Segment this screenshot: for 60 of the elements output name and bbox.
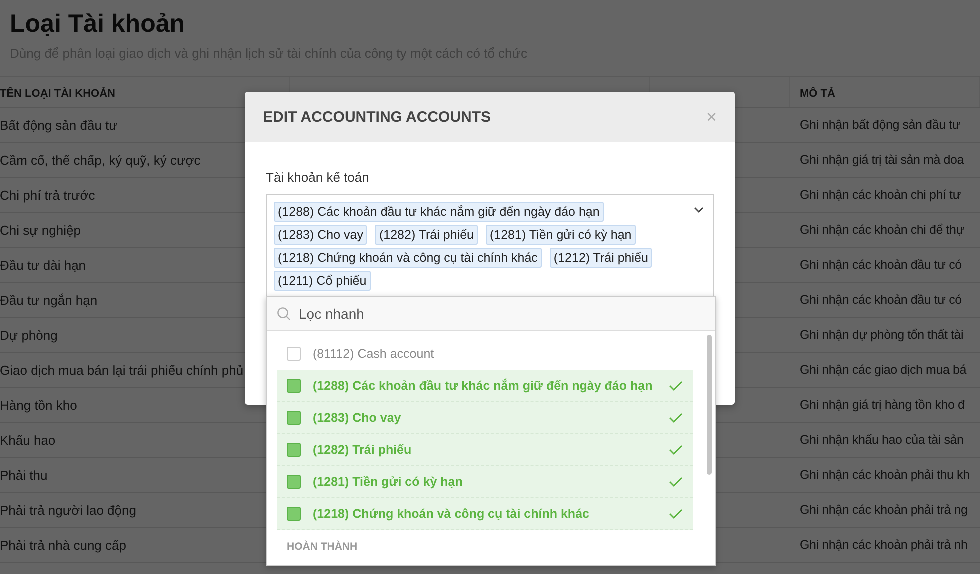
selected-tag: (1288) Các khoản đầu tư khác nắm giữ đến ngày đáo hạn (274, 202, 604, 222)
selected-tag: (1282) Trái phiếu (375, 225, 478, 245)
option-item[interactable]: (1288) Các khoản đầu tư khác nắm giữ đến ngày đáo hạn (277, 370, 693, 402)
selected-tag: (1218) Chứng khoán và công cụ tài chính khác (274, 248, 542, 268)
table-cell-text: Dự phòng (0, 328, 59, 342)
table-cell-text: Ghi nhận các khoản phải trả nh (799, 538, 969, 552)
option-item[interactable]: (1281) Tiền gửi có kỳ hạn (277, 466, 693, 498)
checkbox[interactable] (287, 474, 301, 488)
search-icon (277, 306, 291, 320)
table-cell-text: Ghi nhận các khoản phải trả ng (799, 503, 969, 517)
table-cell-text: Ghi nhận bất động sản đầu tư (799, 118, 962, 132)
option-item[interactable]: (81112) Cash account (277, 338, 693, 370)
field-label: Tài khoản kế toán (266, 170, 370, 185)
table-cell-text: Ghi nhận các khoản phải thu kh (799, 468, 971, 482)
table-cell-text: Ghi nhận giá trị tài sản mà doa (799, 153, 966, 167)
table-cell-text: Ghi nhận các khoản chi phí tư (799, 188, 962, 202)
table-cell-text: Hàng tồn kho (0, 398, 78, 412)
table-cell-text: Giao dịch mua bán lại trái phiếu chính phủ (0, 362, 245, 378)
check-icon (669, 380, 683, 390)
filter-field[interactable]: Lọc nhanh (267, 297, 715, 331)
selected-tag: (1211) Cổ phiếu (274, 271, 371, 291)
selected-tag: (1281) Tiền gửi có kỳ hạn (486, 225, 636, 245)
table-cell-text: Phải trả nhà cung cấp (0, 538, 128, 552)
table-cell-text: Ghi nhận khấu hao của tài sản (799, 433, 965, 447)
checkbox[interactable] (287, 506, 301, 520)
table-cell-text: Ghi nhận giá trị hàng tồn kho đ (799, 398, 966, 412)
table-cell-text: Phải trả người lao động (0, 502, 138, 518)
table-cell-text: Bất động sản đầu tư (0, 118, 119, 132)
table-cell-text: Cầm cố, thế chấp, ký quỹ, ký cược (0, 152, 202, 168)
check-icon (669, 508, 683, 518)
table-cell-text: Ghi nhận các khoản đầu tư có (799, 258, 963, 272)
check-icon (669, 412, 683, 422)
selected-tag: (1283) Cho vay (274, 225, 368, 245)
table-cell-text: Ghi nhận các giao dịch mua bá (799, 363, 968, 377)
table-cell-text: Khấu hao (0, 432, 57, 448)
column-header: MÔ TẢ (800, 88, 836, 100)
option-item[interactable]: (1218) Chứng khoán và công cụ tài chính khác (277, 498, 693, 530)
filter-input[interactable]: Lọc nhanh (297, 304, 681, 322)
scrollbar[interactable] (707, 335, 712, 475)
option-item[interactable]: (1283) Cho vay (277, 402, 693, 434)
checkbox[interactable] (287, 410, 301, 424)
table-cell-text: Chi phí trả trước (0, 188, 96, 202)
dialog-title: EDIT ACCOUNTING ACCOUNTS (263, 108, 492, 126)
check-icon (669, 476, 683, 486)
table-cell-text: Phải thu (0, 468, 49, 482)
checkbox[interactable] (287, 378, 301, 392)
column-header: TÊN LOẠI TÀI KHOẢN (0, 88, 116, 100)
table-cell-text: Ghi nhận các khoản chi để thự (799, 223, 966, 237)
table-cell-text: Ghi nhận các khoản đầu tư có (799, 293, 963, 307)
done-button[interactable]: HOÀN THÀNH (267, 533, 715, 565)
checkbox[interactable] (287, 442, 301, 456)
page-title: Loại Tài khoản (10, 9, 186, 40)
selected-tag: (1212) Trái phiếu (550, 248, 652, 268)
checkbox[interactable] (287, 346, 301, 360)
option-item[interactable]: (1282) Trái phiếu (277, 434, 693, 466)
check-icon (669, 444, 683, 454)
chevron-down-icon[interactable] (694, 207, 704, 213)
table-cell-text: Ghi nhận dự phòng tổn thất tài (799, 328, 965, 342)
close-button[interactable]: × (706, 106, 717, 128)
table-cell-text: Đầu tư ngắn hạn (0, 292, 99, 308)
